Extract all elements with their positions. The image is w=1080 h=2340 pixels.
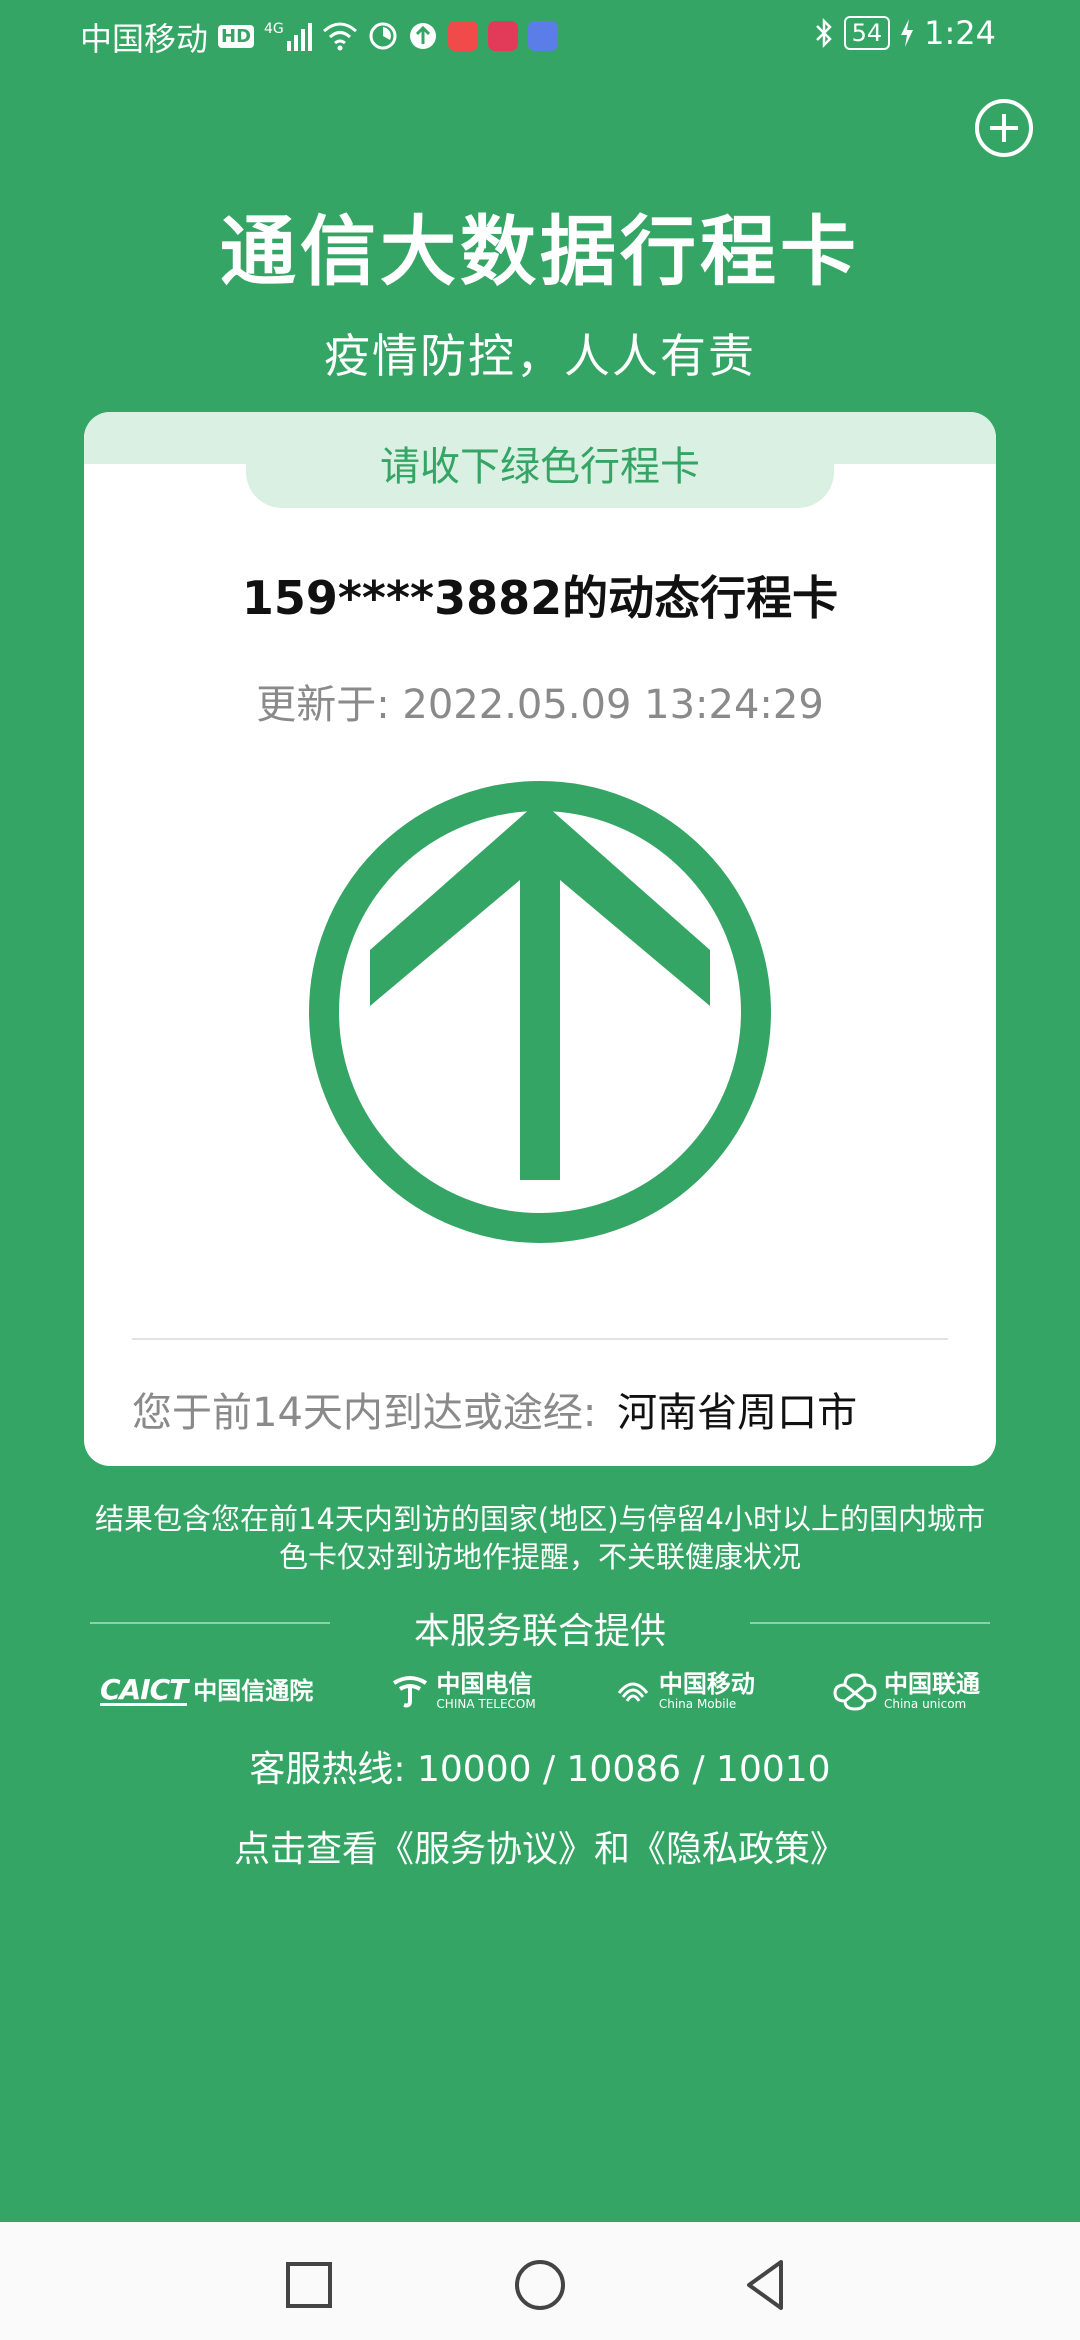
app-store-icon	[447, 21, 478, 51]
unicom-name-en: China unicom	[883, 1697, 967, 1711]
mobile-name: 中国移动	[658, 1670, 755, 1698]
music-app-icon	[527, 21, 558, 51]
health-app-icon	[487, 21, 518, 51]
wifi-icon	[322, 22, 357, 51]
bluetooth-icon	[815, 17, 832, 49]
china-mobile-logo: 中国移动 China Mobile	[613, 1671, 755, 1711]
unicom-name: 中国联通	[883, 1670, 980, 1698]
network-type-label: 4G	[264, 21, 284, 37]
telecom-icon	[393, 1676, 428, 1708]
carrier-name: 中国移动	[80, 20, 209, 58]
providers-divider-right	[750, 1622, 990, 1624]
update-time-row: 更新于: 2022.05.09 13:24:29	[84, 672, 996, 730]
circle-home-icon[interactable]	[505, 2250, 575, 2320]
page-subtitle: 疫情防控，人人有责	[324, 329, 756, 383]
green-up-arrow-icon	[309, 781, 771, 1243]
agreement-link[interactable]: 点击查看《服务协议》和《隐私政策》	[0, 1820, 1080, 1872]
phone-card-title: 159****3882的动态行程卡	[241, 571, 839, 625]
provider-logos: CAICT 中国信通院 中国电信 CHINA TELECOM 中国移动 Chin…	[100, 1664, 980, 1718]
triangle-back-icon[interactable]	[733, 2250, 803, 2320]
update-label: 更新于:	[256, 682, 390, 728]
navigation-bar	[0, 2222, 1080, 2340]
telecom-name-en: CHINA TELECOM	[436, 1697, 536, 1711]
route-value: 河南省周口市	[617, 1390, 858, 1436]
itinerary-card: 请收下绿色行程卡 159****3882的动态行程卡 更新于: 2022.05.…	[84, 412, 996, 1466]
telecom-name: 中国电信	[436, 1670, 533, 1698]
route-row: 您于前14天内到达或途经: 河南省周口市	[132, 1380, 948, 1438]
unicom-icon	[833, 1673, 877, 1711]
timer-icon	[369, 22, 397, 50]
caict-mark: CAICT	[100, 1672, 188, 1706]
service-hotline: 客服热线: 10000 / 10086 / 10010	[249, 1749, 831, 1790]
route-label: 您于前14天内到达或途经:	[132, 1390, 597, 1436]
status-icons-right: 54 1:24	[814, 14, 996, 52]
providers-title: 本服务联合提供	[413, 1611, 666, 1652]
status-bar: 中国移动 HD 4G 54 1:24	[0, 0, 1080, 72]
china-unicom-logo: 中国联通 China unicom	[832, 1671, 980, 1711]
card-tab-label: 请收下绿色行程卡	[380, 444, 700, 490]
status-icons-left: HD 4G	[218, 16, 558, 56]
china-telecom-logo: 中国电信 CHINA TELECOM	[390, 1670, 536, 1711]
plus-circle-icon[interactable]	[974, 98, 1034, 158]
color-card-note: 色卡仅对到访地作提醒，不关联健康状况	[278, 1540, 801, 1574]
app-icon	[409, 23, 436, 49]
mobile-name-en: China Mobile	[658, 1697, 737, 1711]
page-title: 通信大数据行程卡	[220, 207, 860, 296]
charging-icon	[901, 19, 914, 47]
hd-badge-icon: HD	[218, 24, 255, 48]
caict-name: 中国信通院	[193, 1677, 314, 1705]
clock: 1:24	[924, 14, 996, 52]
update-time: 2022.05.09 13:24:29	[402, 682, 824, 728]
mobile-icon	[617, 1682, 649, 1702]
caict-logo: CAICT 中国信通院	[100, 1672, 314, 1706]
cellular-signal-icon: 4G	[264, 21, 312, 51]
square-recent-icon[interactable]	[274, 2250, 344, 2320]
card-divider	[132, 1338, 948, 1340]
battery-icon: 54	[843, 16, 891, 50]
result-note: 结果包含您在前14天内到访的国家(地区)与停留4小时以上的国内城市	[95, 1502, 985, 1536]
